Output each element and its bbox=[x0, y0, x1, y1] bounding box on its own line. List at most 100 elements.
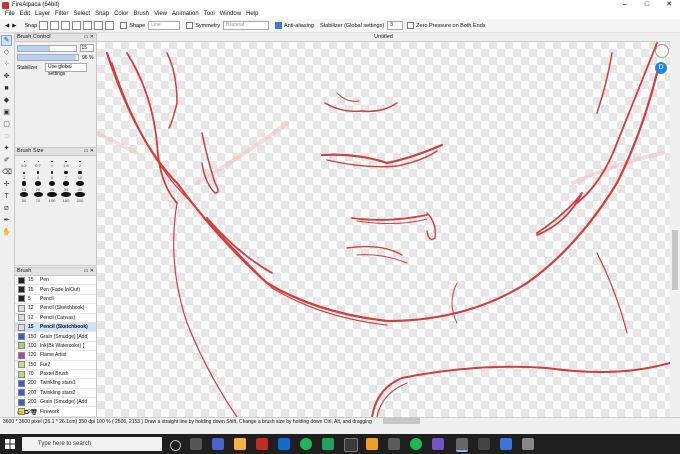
canvas-area[interactable] bbox=[97, 33, 670, 417]
menu-view[interactable]: View bbox=[154, 10, 167, 19]
brush-list-item[interactable]: 15 Pencil (Sketchbook) bbox=[15, 322, 96, 333]
brush-size-option[interactable]: 1.5 bbox=[59, 159, 73, 170]
settings-icon[interactable] bbox=[388, 438, 400, 450]
brush-size-slider[interactable] bbox=[17, 44, 77, 52]
menu-color[interactable]: Color bbox=[114, 10, 128, 19]
vertical-scrollbar[interactable] bbox=[670, 41, 680, 417]
media-icon[interactable] bbox=[256, 438, 268, 450]
minimize-button[interactable]: – bbox=[614, 0, 636, 10]
menu-snap[interactable]: Snap bbox=[95, 10, 109, 19]
brush-list-item[interactable]: 5 Pencil bbox=[15, 294, 96, 305]
menu-file[interactable]: File bbox=[5, 10, 15, 19]
menu-window[interactable]: Window bbox=[220, 10, 241, 19]
menu-select[interactable]: Select bbox=[73, 10, 90, 19]
antialias-checkbox[interactable] bbox=[274, 22, 282, 29]
app-icon-blue[interactable] bbox=[500, 438, 512, 450]
text-tool-icon[interactable]: T bbox=[2, 192, 11, 201]
brush-list-item[interactable]: 12 Pencil (Sketchbook) bbox=[15, 304, 96, 314]
brush-size-option[interactable]: 2 bbox=[73, 159, 87, 170]
panel-controls-icon[interactable]: ▭ ✕ bbox=[84, 148, 94, 155]
brush-size-option[interactable]: 5 bbox=[45, 170, 59, 181]
brush-size-option[interactable]: 100 bbox=[45, 192, 59, 203]
brush-size-option[interactable]: 3 bbox=[17, 170, 31, 181]
brush-size-option[interactable]: 7 bbox=[59, 170, 73, 181]
brush-list-item[interactable]: 12 Pencil (Canvas) bbox=[15, 313, 96, 323]
close-button[interactable]: ✕ bbox=[658, 0, 680, 10]
spotify-icon[interactable] bbox=[300, 438, 312, 450]
hand-tool-icon[interactable]: ✋ bbox=[2, 228, 11, 237]
brush-list-item[interactable]: 200 Twinkling stars2 bbox=[15, 388, 96, 399]
bucket-tool-icon[interactable]: ◆ bbox=[2, 96, 11, 105]
zero-pressure-checkbox[interactable] bbox=[407, 22, 415, 29]
brush-list-item[interactable]: 15 Pen (Fade In/Out) bbox=[15, 285, 96, 295]
brush-size-option[interactable]: 10 bbox=[73, 170, 87, 181]
snap-cross-icon[interactable] bbox=[61, 21, 71, 30]
horizontal-scroll-thumb[interactable] bbox=[383, 418, 420, 424]
brush-size-value[interactable]: 15 bbox=[79, 44, 94, 52]
snap-off-icon[interactable] bbox=[39, 21, 49, 30]
brush-list-item[interactable]: 200 Twinkling stars1 bbox=[15, 379, 96, 389]
app-icon-purple[interactable] bbox=[432, 438, 444, 450]
delete-brush-icon[interactable]: 🗑 bbox=[30, 410, 38, 416]
store-icon[interactable] bbox=[344, 438, 358, 452]
duplicate-brush-icon[interactable]: ⧉ bbox=[24, 410, 28, 416]
taskbar-search-input[interactable]: Type here to search bbox=[22, 437, 162, 451]
menu-edit[interactable]: Edit bbox=[20, 10, 30, 19]
move-tool-icon[interactable]: ✢ bbox=[2, 180, 11, 189]
brush-size-option[interactable]: 1 bbox=[45, 159, 59, 170]
shape-checkbox[interactable] bbox=[120, 22, 128, 29]
firealpaca-taskbar-icon[interactable] bbox=[456, 438, 468, 452]
brush-list-item[interactable]: 100 Ink(Bk Watercolor) [ bbox=[15, 341, 96, 352]
brush-size-option[interactable]: 0.5 bbox=[17, 159, 31, 170]
shape-select[interactable]: Line bbox=[148, 21, 181, 30]
maximize-button[interactable]: □ bbox=[636, 0, 658, 10]
brush-size-option[interactable]: 30 bbox=[59, 181, 73, 192]
eyedropper-icon[interactable]: ✒ bbox=[2, 216, 11, 225]
fill-tool-icon[interactable]: ■ bbox=[2, 84, 11, 93]
stabilizer-select[interactable]: 3 bbox=[387, 21, 404, 30]
avatar[interactable] bbox=[655, 44, 669, 58]
eraser-tool-icon[interactable]: ◇ bbox=[2, 48, 11, 57]
panel-controls-icon[interactable]: ▭ ✕ bbox=[84, 34, 94, 41]
select-eraser-icon[interactable]: ⌫ bbox=[2, 168, 12, 177]
brush-size-option[interactable]: 50 bbox=[17, 192, 31, 203]
app-icon-gray[interactable] bbox=[522, 438, 534, 450]
windows-start-icon[interactable] bbox=[5, 439, 15, 449]
assistant-badge-icon[interactable]: D bbox=[655, 62, 667, 74]
task-view-icon[interactable] bbox=[170, 440, 181, 451]
magic-wand-icon[interactable]: ✦ bbox=[2, 144, 11, 153]
brush-size-option[interactable]: 15 bbox=[17, 181, 31, 192]
menu-filter[interactable]: Filter bbox=[55, 10, 68, 19]
brush-list-item[interactable]: 200 Grain (Smudge) [Add bbox=[15, 398, 96, 408]
game-icon[interactable] bbox=[322, 438, 334, 450]
brush-list-item[interactable]: 70 Pastel Brush bbox=[15, 369, 96, 380]
menu-tool[interactable]: Tool bbox=[204, 10, 215, 19]
menu-help[interactable]: Help bbox=[246, 10, 258, 19]
brush-stabilizer-select[interactable]: Use global settings bbox=[45, 63, 87, 77]
photos-icon[interactable] bbox=[366, 438, 378, 450]
brush-size-option[interactable]: 150 bbox=[59, 192, 73, 203]
brush-list-item[interactable]: 15 Pen bbox=[15, 276, 96, 286]
brush-size-option[interactable]: 25 bbox=[45, 181, 59, 192]
edge-icon[interactable] bbox=[278, 438, 290, 450]
snap-radial-icon[interactable] bbox=[83, 21, 93, 30]
add-brush-icon[interactable]: ▭ bbox=[17, 410, 23, 416]
brush-size-option[interactable]: 20 bbox=[31, 181, 45, 192]
canvas-tab[interactable]: Untitled bbox=[97, 33, 670, 42]
menu-layer[interactable]: Layer bbox=[35, 10, 50, 19]
menu-animation[interactable]: Animation bbox=[172, 10, 199, 19]
brush-list-item[interactable]: 150 Grain (Smudge) [Add] bbox=[15, 332, 96, 342]
brush-list-item[interactable]: 150 Fur2 bbox=[15, 360, 96, 370]
lasso-tool-icon[interactable]: ◌ bbox=[2, 132, 11, 141]
divide-tool-icon[interactable]: ⧄ bbox=[2, 204, 11, 213]
select-pen-icon[interactable]: ✐ bbox=[2, 156, 11, 165]
symmetry-checkbox[interactable] bbox=[186, 22, 194, 29]
redo-icon[interactable]: ▶ bbox=[12, 23, 16, 29]
sketch-canvas[interactable] bbox=[97, 33, 670, 417]
snap-circle-icon[interactable] bbox=[94, 21, 104, 30]
dot-tool-icon[interactable]: ⁘ bbox=[2, 60, 11, 69]
menu-brush[interactable]: Brush bbox=[133, 10, 149, 19]
file-explorer-icon[interactable] bbox=[234, 438, 246, 450]
gradient-tool-icon[interactable]: ▣ bbox=[2, 108, 11, 117]
spotify-icon-2[interactable] bbox=[410, 438, 422, 450]
